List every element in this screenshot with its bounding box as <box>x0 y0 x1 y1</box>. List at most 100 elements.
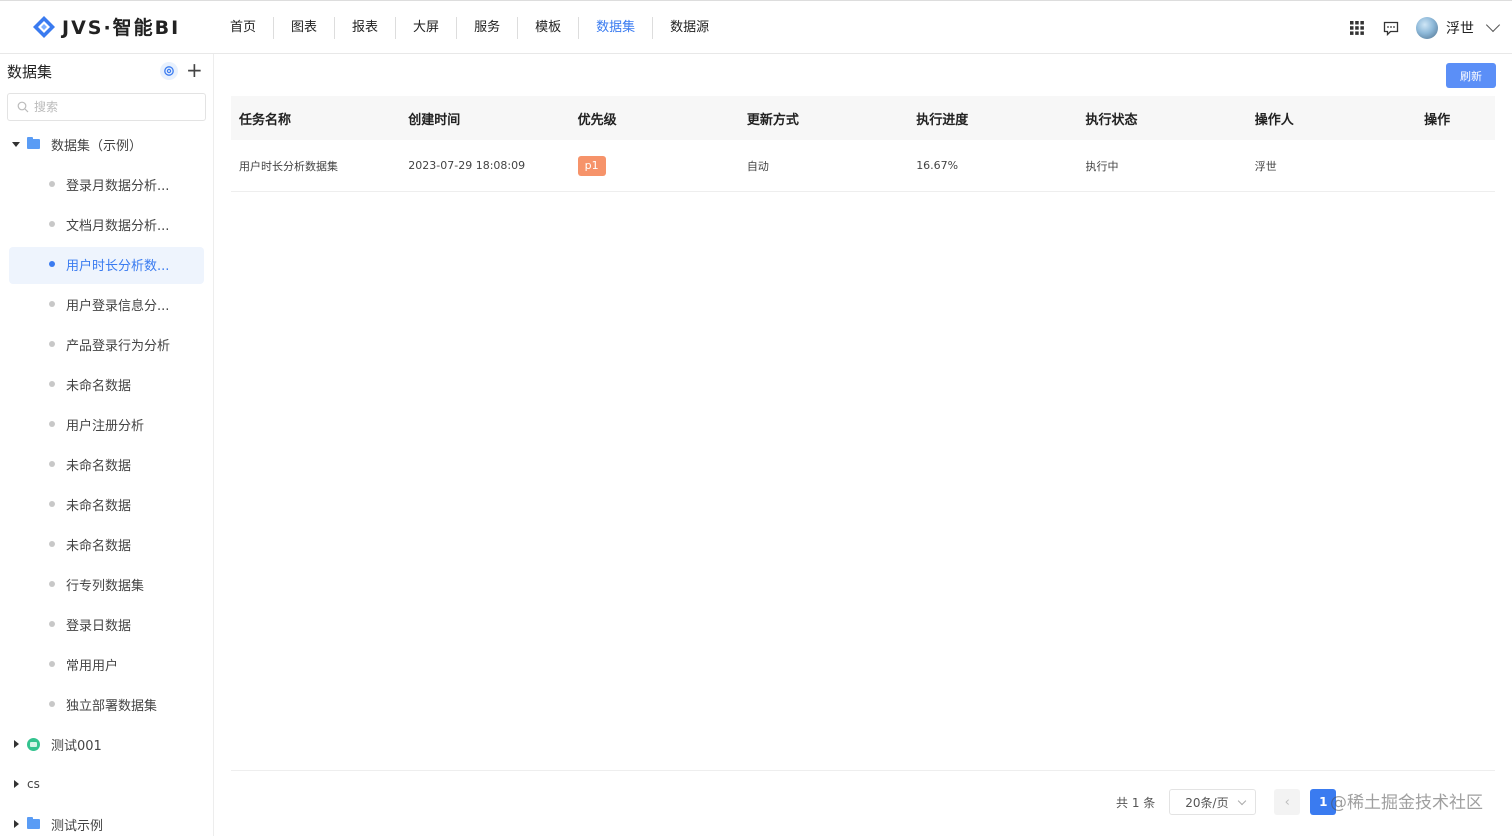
tree-leaf-label: 文档月数据分析... <box>66 218 170 234</box>
tree-leaf-label: 独立部署数据集 <box>66 698 158 714</box>
bullet-icon <box>49 541 55 547</box>
tree-group-label: 测试示例 <box>51 818 104 834</box>
user-avatar[interactable] <box>1416 17 1438 39</box>
user-name[interactable]: 浮世 <box>1446 18 1474 38</box>
col-progress: 执行进度 <box>916 112 969 128</box>
bullet-icon <box>49 501 55 507</box>
nav-services[interactable]: 服务 <box>457 17 519 39</box>
col-priority: 优先级 <box>577 112 617 128</box>
tree-leaf[interactable]: 登录月数据分析... <box>0 164 214 204</box>
tree-leaf-label: 未命名数据 <box>66 498 132 514</box>
tree-leaf[interactable]: 未命名数据 <box>0 444 214 484</box>
chevron-down-icon <box>1238 796 1247 806</box>
top-header: JVS·智能BI 首页 图表 报表 大屏 服务 模板 数据集 数据源 浮世 <box>0 0 1512 54</box>
nav-charts[interactable]: 图表 <box>274 17 336 39</box>
bullet-icon <box>49 261 55 267</box>
dataset-sidebar: 数据集 + 数据集（示例） 登录月数据分析... 文档月数据分析... 用户时长… <box>0 54 214 836</box>
table-row[interactable]: 用户时长分析数据集 2023-07-29 18:08:09 p1 自动 16.6… <box>231 140 1495 192</box>
prev-page-button[interactable]: ‹ <box>1274 789 1301 815</box>
bullet-icon <box>49 621 55 627</box>
page-size-select[interactable]: 20条/页 <box>1169 789 1257 815</box>
tree-leaf-label: 未命名数据 <box>66 378 132 394</box>
caret-right-icon[interactable] <box>14 740 19 748</box>
message-icon[interactable] <box>1380 17 1402 39</box>
tree-root-folder[interactable]: 数据集（示例） <box>0 124 214 164</box>
table-header: 任务名称 创建时间 优先级 更新方式 执行进度 执行状态 操作人 操作 <box>231 96 1495 140</box>
folder-icon <box>27 817 40 829</box>
add-icon[interactable]: + <box>186 60 203 80</box>
tree-leaf[interactable]: 登录日数据 <box>0 604 214 644</box>
tree-leaf[interactable]: 未命名数据 <box>0 524 214 564</box>
footer-divider <box>231 770 1495 771</box>
tree-leaf-label: 用户注册分析 <box>66 418 145 434</box>
bullet-icon <box>49 581 55 587</box>
tree-leaf[interactable]: 独立部署数据集 <box>0 684 214 724</box>
caret-down-icon[interactable] <box>12 141 20 147</box>
caret-right-icon[interactable] <box>14 820 19 828</box>
bullet-icon <box>49 221 55 227</box>
search-icon <box>17 101 29 113</box>
cell-priority: p1 <box>570 155 739 176</box>
app-logo[interactable]: JVS·智能BI <box>32 13 180 40</box>
nav-bigscreen[interactable]: 大屏 <box>396 17 458 39</box>
tree-leaf[interactable]: 用户注册分析 <box>0 404 214 444</box>
search-input[interactable] <box>34 100 194 114</box>
col-task-name: 任务名称 <box>239 112 292 128</box>
col-actions: 操作 <box>1424 112 1451 128</box>
cell-progress: 16.67% <box>916 159 959 172</box>
tree-leaf[interactable]: 未命名数据 <box>0 364 214 404</box>
tree-group-test-example[interactable]: 测试示例 <box>0 804 214 836</box>
nav-templates[interactable]: 模板 <box>518 17 580 39</box>
settings-icon[interactable] <box>160 62 178 80</box>
apps-grid-icon[interactable] <box>1346 17 1368 39</box>
watermark: @稀土掘金技术社区 <box>1330 793 1483 813</box>
tree-leaf[interactable]: 行专列数据集 <box>0 564 214 604</box>
pagination: 共 1 条 20条/页 ‹ 1 <box>1116 789 1337 815</box>
tree-leaf-selected[interactable]: 用户时长分析数... <box>0 244 214 284</box>
bullet-icon <box>49 181 55 187</box>
sidebar-title: 数据集 <box>7 62 53 81</box>
nav-datasources[interactable]: 数据源 <box>653 17 726 39</box>
col-update-mode: 更新方式 <box>746 112 799 128</box>
chevron-down-icon[interactable] <box>1485 17 1501 33</box>
tree-group-label: cs <box>27 777 40 791</box>
tree-leaf-label: 未命名数据 <box>66 538 132 554</box>
priority-badge: p1 <box>577 155 606 176</box>
cell-update-mode: 自动 <box>746 159 769 173</box>
tree-leaf-label: 登录日数据 <box>66 618 132 634</box>
bullet-icon <box>49 701 55 707</box>
page-size-value: 20条/页 <box>1185 795 1229 810</box>
database-icon <box>27 737 40 751</box>
sidebar-header: 数据集 + <box>0 54 213 88</box>
brand-name: JVS·智能BI <box>62 17 181 39</box>
tree-group-cs[interactable]: cs <box>0 764 214 804</box>
tree-group-label: 测试001 <box>51 738 102 754</box>
tree-leaf[interactable]: 文档月数据分析... <box>0 204 214 244</box>
col-operator: 操作人 <box>1254 112 1294 128</box>
main-nav: 首页 图表 报表 大屏 服务 模板 数据集 数据源 <box>213 1 726 55</box>
tree-leaf[interactable]: 产品登录行为分析 <box>0 324 214 364</box>
nav-reports[interactable]: 报表 <box>335 17 397 39</box>
tree-leaf-label: 常用用户 <box>66 658 119 674</box>
tree-group-test001[interactable]: 测试001 <box>0 724 214 764</box>
tree-leaf-label: 未命名数据 <box>66 458 132 474</box>
caret-right-icon[interactable] <box>14 780 19 788</box>
dataset-tree: 数据集（示例） 登录月数据分析... 文档月数据分析... 用户时长分析数...… <box>0 124 214 836</box>
nav-home[interactable]: 首页 <box>213 17 275 39</box>
bullet-icon <box>49 381 55 387</box>
logo-icon <box>32 15 56 39</box>
col-created-time: 创建时间 <box>408 112 461 128</box>
bullet-icon <box>49 461 55 467</box>
tree-root-label: 数据集（示例） <box>51 138 143 154</box>
pagination-total: 共 1 条 <box>1116 795 1156 810</box>
tree-leaf-label: 行专列数据集 <box>66 578 145 594</box>
task-table: 任务名称 创建时间 优先级 更新方式 执行进度 执行状态 操作人 操作 用户时长… <box>231 96 1495 192</box>
tree-leaf[interactable]: 未命名数据 <box>0 484 214 524</box>
tree-leaf[interactable]: 常用用户 <box>0 644 214 684</box>
folder-icon <box>27 137 40 149</box>
nav-datasets[interactable]: 数据集 <box>579 17 654 39</box>
tree-leaf[interactable]: 用户登录信息分... <box>0 284 214 324</box>
sidebar-search[interactable] <box>7 93 206 121</box>
refresh-button[interactable]: 刷新 <box>1446 63 1496 88</box>
bullet-icon <box>49 341 55 347</box>
